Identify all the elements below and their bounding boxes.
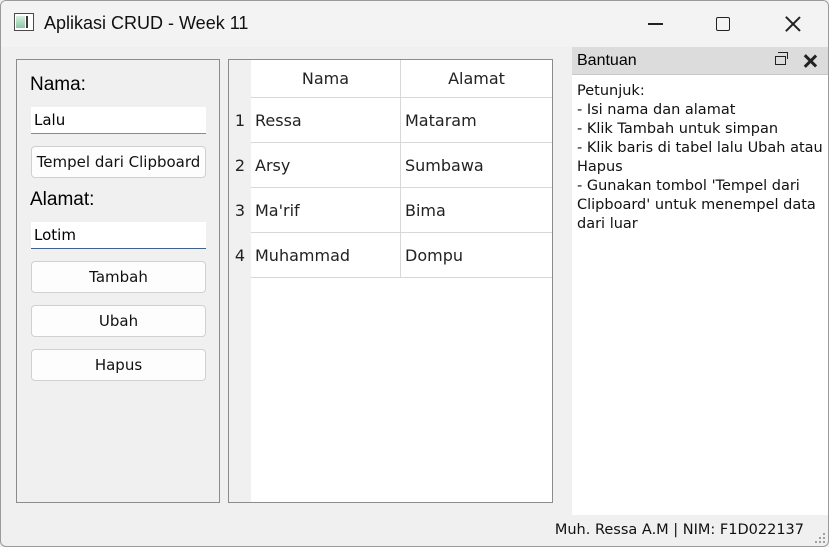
table-cell-nama[interactable]: Ressa xyxy=(251,98,401,143)
help-line: dari luar xyxy=(577,216,638,232)
size-grip[interactable] xyxy=(814,532,826,544)
table-cell-alamat[interactable]: Dompu xyxy=(401,233,552,278)
row-number[interactable]: 1 xyxy=(229,98,251,143)
table-header: Nama Alamat xyxy=(251,60,552,98)
table-row[interactable]: 3 Ma'rif Bima xyxy=(229,188,552,233)
minimize-button[interactable] xyxy=(620,1,690,47)
alamat-label: Alamat: xyxy=(30,189,95,210)
close-icon xyxy=(803,54,817,68)
help-line: Clipboard' untuk menempel data xyxy=(577,197,816,213)
data-table[interactable]: Nama Alamat 1 Ressa Mataram 2 Arsy Sumba… xyxy=(228,59,553,503)
column-header-alamat[interactable]: Alamat xyxy=(401,60,552,98)
nama-label: Nama: xyxy=(30,74,86,95)
close-button[interactable] xyxy=(758,1,828,47)
help-line: - Isi nama dan alamat xyxy=(577,102,736,118)
form-panel: Nama: Tempel dari Clipboard Alamat: Tamb… xyxy=(16,59,220,503)
maximize-button[interactable] xyxy=(688,1,758,47)
help-line: Petunjuk: xyxy=(577,83,645,99)
dock-float-button[interactable] xyxy=(772,52,790,70)
help-line: - Gunakan tombol 'Tempel dari xyxy=(577,178,800,194)
maximize-icon xyxy=(716,17,730,31)
table-cell-nama[interactable]: Muhammad xyxy=(251,233,401,278)
float-icon xyxy=(775,52,788,65)
help-line: - Klik baris di tabel lalu Ubah atau xyxy=(577,140,823,156)
main-window: Aplikasi CRUD - Week 11 Nama: Tempel dar… xyxy=(0,0,829,547)
alamat-input[interactable] xyxy=(31,222,206,249)
table-row[interactable]: 2 Arsy Sumbawa xyxy=(229,143,552,188)
hapus-button[interactable]: Hapus xyxy=(31,349,206,381)
help-dock-titlebar[interactable]: Bantuan xyxy=(572,47,828,75)
table-cell-alamat[interactable]: Mataram xyxy=(401,98,552,143)
table-cell-nama[interactable]: Ma'rif xyxy=(251,188,401,233)
close-icon xyxy=(785,16,801,32)
help-line: Hapus xyxy=(577,159,623,175)
help-line: - Klik Tambah untuk simpan xyxy=(577,121,779,137)
window-title: Aplikasi CRUD - Week 11 xyxy=(44,13,249,33)
column-header-nama[interactable]: Nama xyxy=(251,60,401,98)
tambah-button[interactable]: Tambah xyxy=(31,261,206,293)
table-cell-alamat[interactable]: Sumbawa xyxy=(401,143,552,188)
help-dock-title: Bantuan xyxy=(577,52,637,69)
help-dock: Bantuan Petunjuk: - Isi nama dan alamat … xyxy=(572,47,828,515)
row-number[interactable]: 2 xyxy=(229,143,251,188)
table-cell-alamat[interactable]: Bima xyxy=(401,188,552,233)
table-row[interactable]: 4 Muhammad Dompu xyxy=(229,233,552,278)
help-text: Petunjuk: - Isi nama dan alamat - Klik T… xyxy=(577,82,827,234)
row-number[interactable]: 4 xyxy=(229,233,251,278)
app-window-icon xyxy=(14,13,34,31)
row-number[interactable]: 3 xyxy=(229,188,251,233)
table-cell-nama[interactable]: Arsy xyxy=(251,143,401,188)
status-bar-text: Muh. Ressa A.M | NIM: F1D022137 xyxy=(554,522,804,538)
minimize-icon xyxy=(647,23,663,25)
ubah-button[interactable]: Ubah xyxy=(31,305,206,337)
table-row[interactable]: 1 Ressa Mataram xyxy=(229,98,552,143)
dock-close-button[interactable] xyxy=(801,52,819,70)
title-bar[interactable]: Aplikasi CRUD - Week 11 xyxy=(1,1,828,47)
nama-input[interactable] xyxy=(31,107,206,134)
paste-from-clipboard-button[interactable]: Tempel dari Clipboard xyxy=(31,146,206,178)
